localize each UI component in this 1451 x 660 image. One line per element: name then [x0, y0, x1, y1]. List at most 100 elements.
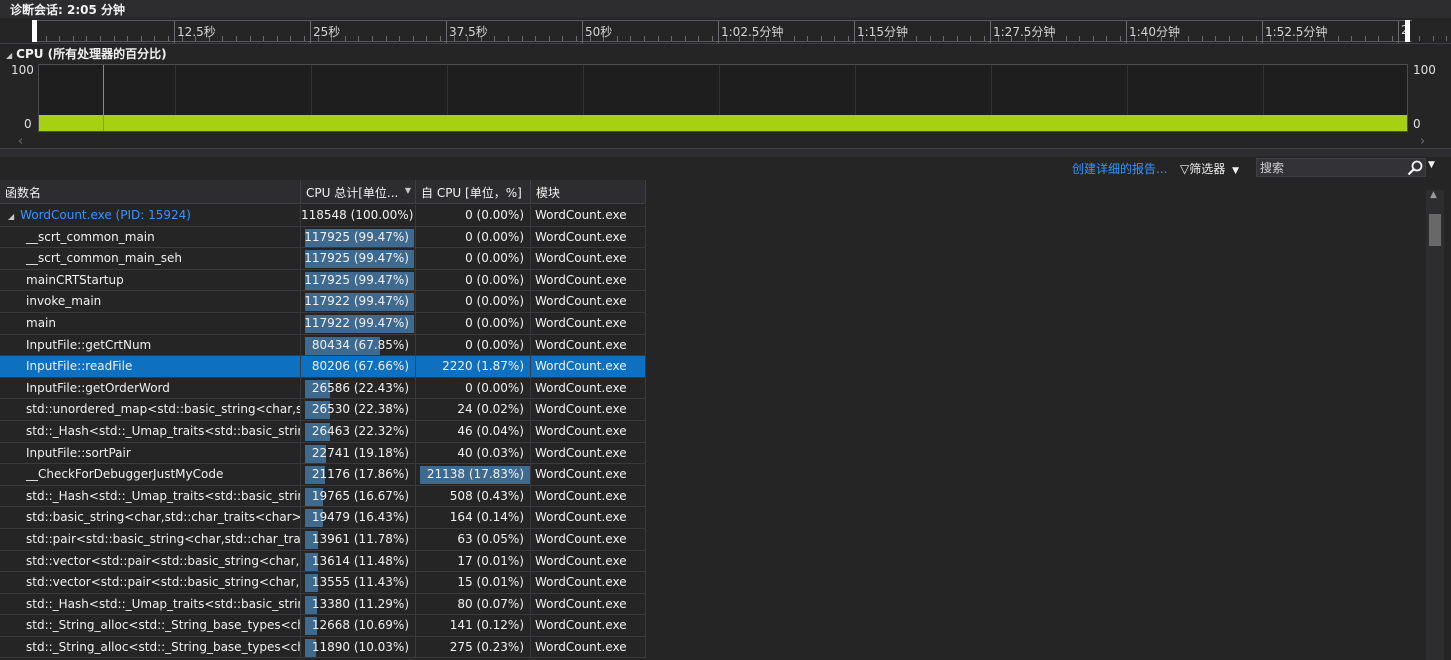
table-row[interactable]: std::pair<std::basic_string<char,std::ch… [0, 528, 646, 551]
module-cell: WordCount.exe [531, 615, 646, 637]
ruler-minor-tick [1392, 36, 1393, 41]
ruler-minor-tick [929, 36, 931, 41]
table-row[interactable]: ◢ WordCount.exe (PID: 15924) 118548 (100.0… [0, 205, 646, 227]
self-cpu-cell: 63 (0.05%) [416, 528, 531, 550]
module-cell: WordCount.exe [531, 205, 646, 226]
ruler-minor-tick [1446, 36, 1448, 41]
ruler-minor-tick [168, 36, 169, 41]
ruler-minor-tick [970, 36, 972, 41]
ruler-minor-tick [1079, 36, 1081, 41]
table-row[interactable]: std::_Hash<std::_Umap_traits<std::basic_… [0, 420, 646, 443]
cpu-total-cell: 118548 (100.00%) [301, 205, 416, 226]
table-row[interactable]: std::_Hash<std::_Umap_traits<std::basic_… [0, 485, 646, 508]
search-box[interactable] [1256, 158, 1426, 177]
scrollbar-thumb[interactable] [1429, 214, 1441, 246]
ruler-minor-tick [1364, 36, 1366, 41]
self-cpu-cell: 0 (0.00%) [416, 226, 531, 248]
cpu-total-cell: 13614 (11.48%) [301, 550, 416, 572]
cpu-total-cell: 13961 (11.78%) [301, 528, 416, 550]
column-header-cpu-total[interactable]: CPU 总计[单位... ▼ [301, 180, 416, 204]
ruler-minor-tick [644, 36, 645, 41]
ruler-minor-tick [372, 36, 373, 41]
table-row[interactable]: main 117922 (99.47%) 0 (0.00%) WordCount.ex… [0, 312, 646, 335]
function-name-cell: std::_Hash<std::_Umap_traits<std::basic_… [0, 420, 301, 442]
cpu-total-cell: 11890 (10.03%) [301, 636, 416, 658]
ruler-tick-label: 1:52.5分钟 [1265, 25, 1328, 39]
scroll-right-icon[interactable]: › [1420, 134, 1425, 149]
search-options-chevron-icon[interactable]: ▼ [1428, 160, 1435, 170]
table-row[interactable]: InputFile::getCrtNum 80434 (67.85%) 0 (0.0… [0, 334, 646, 357]
table-row[interactable]: __scrt_common_main 117925 (99.47%) 0 (0.00… [0, 226, 646, 249]
table-vertical-scrollbar[interactable]: ▲ [1426, 190, 1444, 660]
ruler-major-tick [990, 21, 991, 43]
scroll-left-icon[interactable]: ‹ [18, 134, 23, 149]
filter-button[interactable]: ▽筛选器 ▼ [1180, 160, 1239, 177]
ruler-minor-tick [276, 36, 278, 41]
self-cpu-cell: 0 (0.00%) [416, 334, 531, 356]
column-header-module[interactable]: 模块 [531, 180, 646, 204]
function-table: 函数名 CPU 总计[单位... ▼ 自 CPU [单位，%] 模块 ◢ WordC… [0, 180, 1426, 660]
timeline-ruler[interactable]: 12.5秒 25秒 37.5秒 50秒 1:02.5分钟 1:15分钟 1:27.5分钟 1:… [0, 18, 1451, 44]
column-header-function-name[interactable]: 函数名 [0, 180, 301, 204]
cpu-usage-graph[interactable] [38, 64, 1408, 132]
table-row[interactable]: std::_String_alloc<std::_String_base_typ… [0, 636, 646, 659]
function-name-cell: std::_String_alloc<std::_String_base_typ… [0, 615, 301, 637]
graph-horizontal-scrollbar[interactable]: ‹ › [0, 134, 1451, 149]
expand-triangle-icon[interactable]: ◢ [8, 206, 14, 226]
table-row[interactable]: InputFile::getOrderWord 26586 (22.43%) 0 (… [0, 377, 646, 400]
ruler-major-tick [174, 21, 175, 43]
table-row[interactable]: __CheckForDebuggerJustMyCode 21176 (17.86… [0, 464, 646, 486]
ruler-minor-tick [684, 36, 686, 41]
table-row[interactable]: std::_Hash<std::_Umap_traits<std::basic_… [0, 593, 646, 616]
chevron-down-icon: ▼ [1232, 166, 1239, 176]
table-row[interactable]: invoke_main 117922 (99.47%) 0 (0.00%) WordC… [0, 291, 646, 313]
ruler-minor-tick [86, 36, 88, 41]
ruler-minor-tick [1065, 36, 1067, 41]
table-row[interactable]: std::basic_string<char,std::char_traits<… [0, 507, 646, 529]
table-row[interactable]: __scrt_common_main_seh 117925 (99.47%) 0 (… [0, 248, 646, 270]
create-report-link[interactable]: 创建详细的报告... [1072, 160, 1167, 177]
ruler-minor-tick [72, 36, 74, 41]
table-row[interactable]: std::vector<std::pair<std::basic_string<… [0, 572, 646, 594]
function-name-cell: std::_String_alloc<std::_String_base_typ… [0, 636, 301, 658]
function-name-cell: __scrt_common_main_seh [0, 248, 301, 270]
table-row[interactable]: std::unordered_map<std::basic_string<cha… [0, 399, 646, 421]
pane-splitter[interactable] [0, 148, 1451, 157]
cpu-total-cell: 21176 (17.86%) [301, 464, 416, 486]
ruler-major-tick [1398, 21, 1399, 43]
table-row[interactable]: InputFile::readFile 80206 (67.66%) 2220 (1… [0, 356, 646, 378]
ruler-minor-tick [1120, 36, 1121, 41]
column-header-self-cpu[interactable]: 自 CPU [单位，%] [416, 180, 531, 204]
search-input[interactable] [1257, 159, 1397, 176]
collapse-triangle-icon[interactable]: ◢ [6, 51, 12, 60]
cpu-graph-header[interactable]: ◢ CPU (所有处理器的百分比) [0, 44, 1451, 62]
self-cpu-cell: 40 (0.03%) [416, 442, 531, 464]
ruler-minor-tick [1188, 36, 1189, 41]
search-icon[interactable] [1406, 159, 1424, 177]
ruler-minor-tick [304, 36, 305, 41]
table-row[interactable]: std::vector<std::pair<std::basic_string<… [0, 550, 646, 573]
ruler-minor-tick [1228, 36, 1230, 41]
ruler-minor-tick [916, 36, 917, 41]
table-row[interactable]: InputFile::sortPair 22741 (19.18%) 40 (0.0… [0, 442, 646, 465]
timeline-end-handle[interactable] [1405, 20, 1410, 42]
table-row[interactable]: std::_String_alloc<std::_String_base_typ… [0, 615, 646, 637]
ruler-minor-tick [127, 36, 129, 41]
module-cell: WordCount.exe [531, 636, 646, 658]
ruler-minor-tick [399, 36, 401, 41]
ruler-minor-tick [140, 36, 142, 41]
ruler-major-tick [582, 21, 583, 43]
module-cell: WordCount.exe [531, 377, 646, 399]
module-cell: WordCount.exe [531, 291, 646, 313]
scroll-up-icon[interactable]: ▲ [1430, 190, 1437, 200]
table-row[interactable]: mainCRTStartup 117925 (99.47%) 0 (0.00%) Wo… [0, 269, 646, 292]
cpu-total-cell: 80434 (67.85%) [301, 334, 416, 356]
cpu-total-cell: 13380 (11.29%) [301, 593, 416, 615]
function-name-cell: std::basic_string<char,std::char_traits<… [0, 507, 301, 529]
ruler-minor-tick [657, 36, 659, 41]
timeline-start-handle[interactable] [32, 20, 37, 42]
ruler-minor-tick [807, 36, 809, 41]
ruler-major-tick [310, 21, 311, 43]
timeline-track[interactable]: 12.5秒 25秒 37.5秒 50秒 1:02.5分钟 1:15分钟 1:27.5分钟 1:… [32, 20, 1448, 43]
module-cell: WordCount.exe [531, 248, 646, 270]
